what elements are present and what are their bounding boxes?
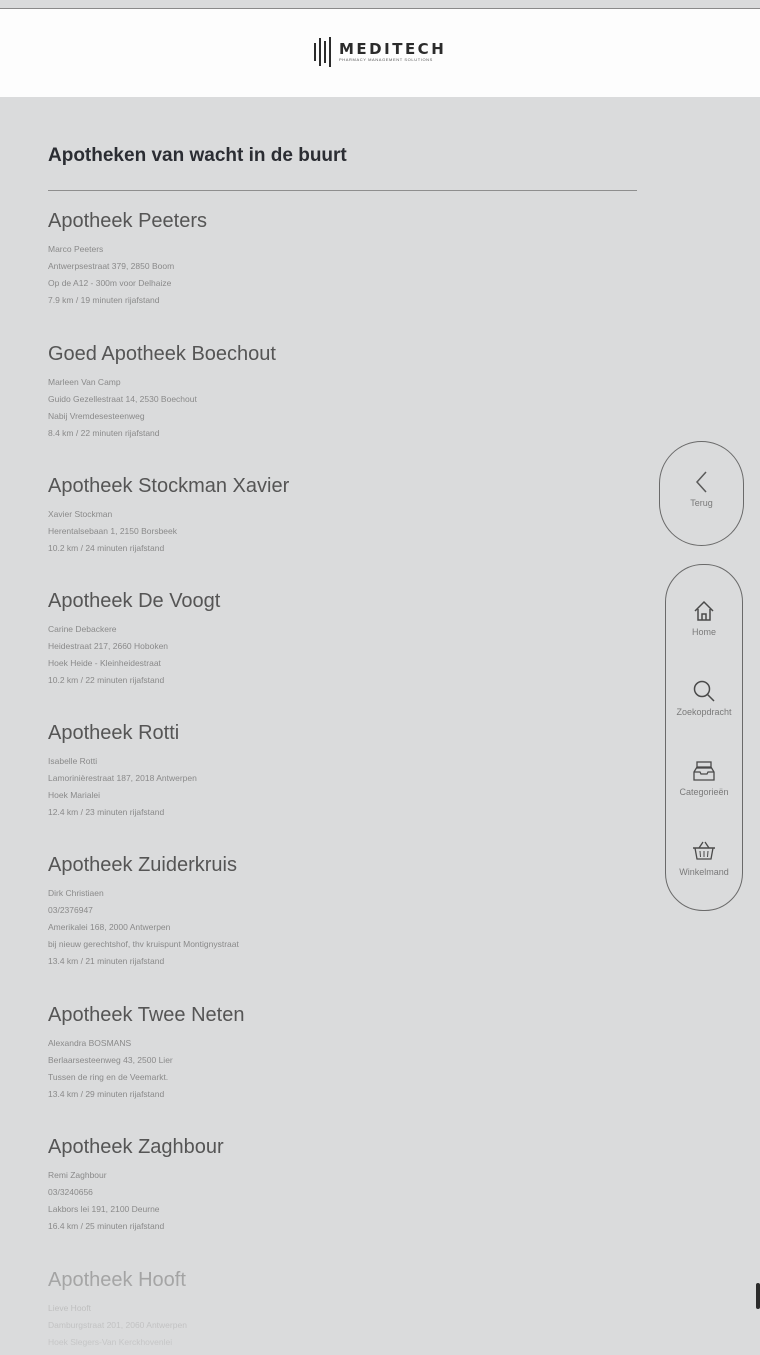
pharmacist-name: Xavier Stockman <box>48 509 113 519</box>
pharmacy-card[interactable]: Apotheek Zuiderkruis Dirk Christiaen 03/… <box>48 853 239 970</box>
pharmacy-distance: 8.4 km / 22 minuten rijafstand <box>48 428 160 438</box>
pharmacist-name: Isabelle Rotti <box>48 756 98 766</box>
chevron-left-icon <box>695 471 707 493</box>
pharmacy-location-note: Op de A12 - 300m voor Delhaize <box>48 278 172 288</box>
pharmacist-name: Marco Peeters <box>48 244 104 254</box>
app-header: MEDITECH PHARMACY MANAGEMENT SOLUTIONS <box>0 9 760 97</box>
nav-search[interactable]: Zoekopdracht <box>666 679 742 717</box>
pharmacy-name: Goed Apotheek Boechout <box>48 343 276 365</box>
scrollbar-handle[interactable] <box>756 1283 760 1309</box>
pharmacy-distance: 12.4 km / 23 minuten rijafstand <box>48 807 165 817</box>
pharmacist-name: Dirk Christiaen <box>48 888 104 898</box>
main-nav-pill: Home Zoekopdracht Categorieën Winkelmand <box>665 564 743 911</box>
back-nav-pill: Terug <box>659 441 744 546</box>
pharmacist-name: Alexandra BOSMANS <box>48 1038 132 1048</box>
pharmacy-card[interactable]: Apotheek Zaghbour Remi Zaghbour 03/32406… <box>48 1135 224 1235</box>
nav-search-label: Zoekopdracht <box>676 707 732 717</box>
pharmacy-name: Apotheek De Voogt <box>48 590 221 612</box>
back-button[interactable]: Terug <box>660 470 743 508</box>
back-label: Terug <box>690 498 713 508</box>
pharmacist-name: Lieve Hooft <box>48 1303 91 1313</box>
pharmacy-address: Lamorinièrestraat 187, 2018 Antwerpen <box>48 773 197 783</box>
pharmacy-list-page: Apotheken van wacht in de buurt Apotheek… <box>0 97 760 1355</box>
pharmacy-address: Heidestraat 217, 2660 Hoboken <box>48 641 169 651</box>
pharmacy-distance: 16.4 km / 25 minuten rijafstand <box>48 1221 165 1231</box>
search-icon <box>693 680 715 702</box>
nav-basket-label: Winkelmand <box>679 867 729 877</box>
pharmacy-address: Antwerpsestraat 379, 2850 Boom <box>48 261 175 271</box>
pharmacy-card[interactable]: Apotheek Stockman Xavier Xavier Stockman… <box>48 474 289 557</box>
pharmacy-card[interactable]: Apotheek Twee Neten Alexandra BOSMANS Be… <box>48 1003 244 1103</box>
pharmacy-location-note: Hoek Heide - Kleinheidestraat <box>48 658 161 668</box>
pharmacy-address: Herentalsebaan 1, 2150 Borsbeek <box>48 526 178 536</box>
nav-categories-label: Categorieën <box>679 787 729 797</box>
pharmacy-address: Guido Gezellestraat 14, 2530 Boechout <box>48 394 197 404</box>
logo-bars-icon <box>314 37 331 67</box>
pharmacy-distance: 10.2 km / 24 minuten rijafstand <box>48 543 165 553</box>
pharmacy-distance: 13.4 km / 29 minuten rijafstand <box>48 1089 165 1099</box>
home-icon <box>694 600 714 621</box>
pharmacy-location-note: Hoek Slegers-Van Kerckhovenlei <box>48 1337 173 1347</box>
pharmacy-name: Apotheek Stockman Xavier <box>48 475 290 497</box>
logo-tagline: PHARMACY MANAGEMENT SOLUTIONS <box>339 57 433 62</box>
pharmacy-card[interactable]: Goed Apotheek Boechout Marleen Van Camp … <box>48 342 276 442</box>
pharmacist-name: Marleen Van Camp <box>48 377 121 387</box>
pharmacy-card[interactable]: Apotheek De Voogt Carine Debackere Heide… <box>48 589 220 689</box>
pharmacy-phone: 03/2376947 <box>48 905 93 915</box>
basket-icon <box>693 841 715 860</box>
pharmacy-location-note: Nabij Vremdesesteenweg <box>48 411 145 421</box>
pharmacy-location-note: Hoek Marialei <box>48 790 100 800</box>
pharmacy-address: Lakbors lei 191, 2100 Deurne <box>48 1204 160 1214</box>
pharmacy-location-note: Tussen de ring en de Veemarkt. <box>48 1072 169 1082</box>
nav-home-label: Home <box>691 627 716 637</box>
pharmacy-name: Apotheek Rotti <box>48 722 180 744</box>
pharmacy-distance: 7.9 km / 19 minuten rijafstand <box>48 295 160 305</box>
pharmacy-name: Apotheek Zuiderkruis <box>48 854 237 876</box>
logo-name: MEDITECH <box>339 40 447 58</box>
pharmacy-card[interactable]: Apotheek Rotti Isabelle Rotti Lamorinièr… <box>48 721 197 821</box>
pharmacy-card[interactable]: Apotheek Peeters Marco Peeters Antwerpse… <box>48 209 207 309</box>
meditech-logo[interactable]: MEDITECH PHARMACY MANAGEMENT SOLUTIONS <box>314 35 446 69</box>
pharmacy-name: Apotheek Twee Neten <box>48 1004 245 1026</box>
pharmacy-location-note: bij nieuw gerechtshof, thv kruispunt Mon… <box>48 939 239 949</box>
pharmacy-card[interactable]: Apotheek Hooft Lieve Hooft Damburgstraat… <box>48 1268 187 1351</box>
title-divider <box>48 190 637 191</box>
pharmacy-distance: 13.4 km / 21 minuten rijafstand <box>48 956 165 966</box>
pharmacy-address: Damburgstraat 201, 2060 Antwerpen <box>48 1320 187 1330</box>
pharmacy-name: Apotheek Peeters <box>48 210 207 232</box>
pharmacy-address: Berlaarsesteenweg 43, 2500 Lier <box>48 1055 173 1065</box>
pharmacy-distance: 10.2 km / 22 minuten rijafstand <box>48 675 165 685</box>
nav-categories[interactable]: Categorieën <box>666 759 742 797</box>
pharmacy-name: Apotheek Hooft <box>48 1269 186 1291</box>
pharmacist-name: Carine Debackere <box>48 624 117 634</box>
tray-icon <box>693 761 715 781</box>
pharmacy-address: Amerikalei 168, 2000 Antwerpen <box>48 922 171 932</box>
nav-home[interactable]: Home <box>666 599 742 637</box>
nav-basket[interactable]: Winkelmand <box>666 839 742 877</box>
pharmacy-name: Apotheek Zaghbour <box>48 1136 224 1158</box>
pharmacist-name: Remi Zaghbour <box>48 1170 107 1180</box>
page-title: Apotheken van wacht in de buurt <box>48 145 347 166</box>
pharmacy-phone: 03/3240656 <box>48 1187 93 1197</box>
